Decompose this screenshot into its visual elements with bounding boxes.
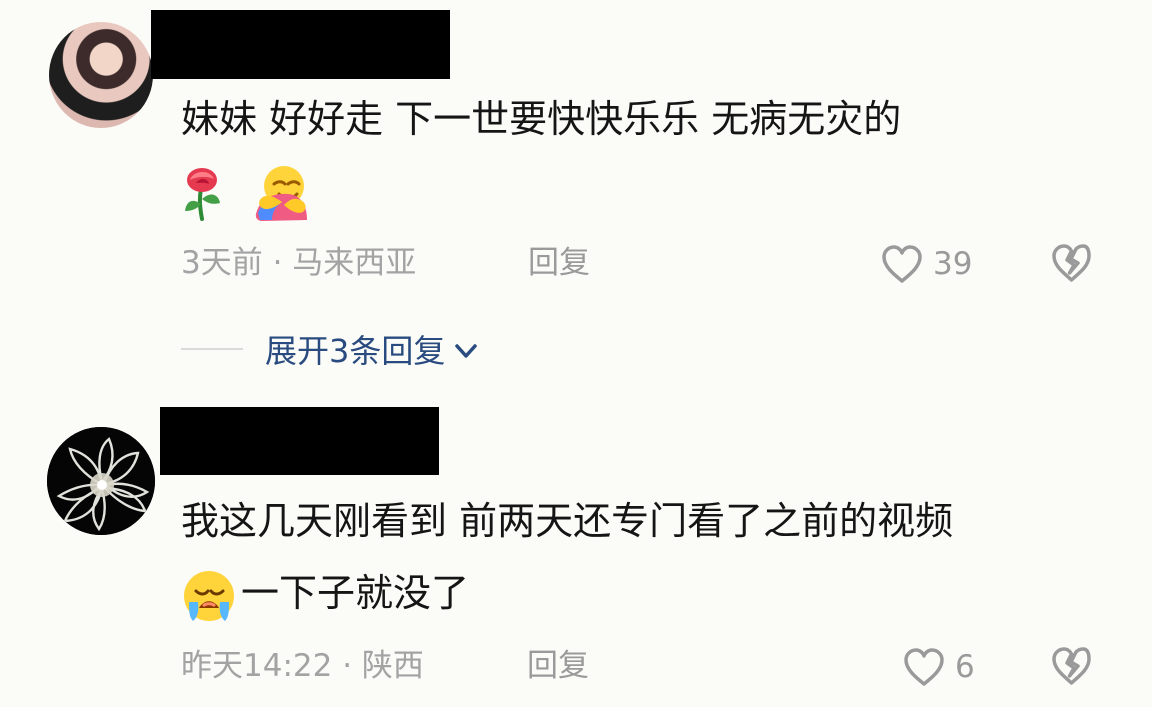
- reply-button[interactable]: 回复: [527, 646, 589, 686]
- expand-replies-link[interactable]: 展开3条回复: [265, 329, 481, 373]
- avatar[interactable]: [49, 22, 153, 128]
- redacted-username: [160, 407, 439, 475]
- comment-text-line: 一下子就没了: [181, 562, 469, 624]
- like-button[interactable]: 6: [901, 646, 975, 688]
- comment-meta: 3天前 · 马来西亚: [181, 245, 417, 281]
- like-count: 6: [955, 649, 975, 685]
- redacted-username: [151, 10, 450, 79]
- broken-heart-icon[interactable]: [1049, 645, 1094, 687]
- heart-outline-icon: [882, 245, 922, 283]
- flower-avatar-image: [47, 427, 155, 535]
- avatar[interactable]: [47, 427, 155, 535]
- expand-divider: [181, 348, 243, 350]
- like-button[interactable]: 39: [879, 243, 972, 285]
- comment-text: 妹妹 好好走 下一世要快快乐乐 无病无灾的: [181, 97, 902, 141]
- hug-emoji: [255, 165, 308, 221]
- loudly-crying-emoji: [184, 570, 234, 621]
- like-count: 39: [933, 246, 973, 282]
- expand-replies-label: 展开3条回复: [265, 332, 446, 370]
- heart-outline-icon: [904, 648, 944, 686]
- comment-text: 一下子就没了: [241, 571, 470, 615]
- comment-text: 我这几天刚看到 前两天还专门看了之前的视频: [181, 499, 954, 543]
- emoji-row: [181, 159, 310, 222]
- rose-emoji: [185, 167, 220, 221]
- reply-button[interactable]: 回复: [528, 243, 590, 283]
- chevron-down-icon: [455, 344, 478, 358]
- comment-thread: 妹妹 好好走 下一世要快快乐乐 无病无灾的 3天前 · 马来西亚 回复 39 展…: [0, 0, 1152, 707]
- comment-meta: 昨天14:22 · 陕西: [181, 648, 424, 684]
- broken-heart-icon[interactable]: [1049, 242, 1094, 284]
